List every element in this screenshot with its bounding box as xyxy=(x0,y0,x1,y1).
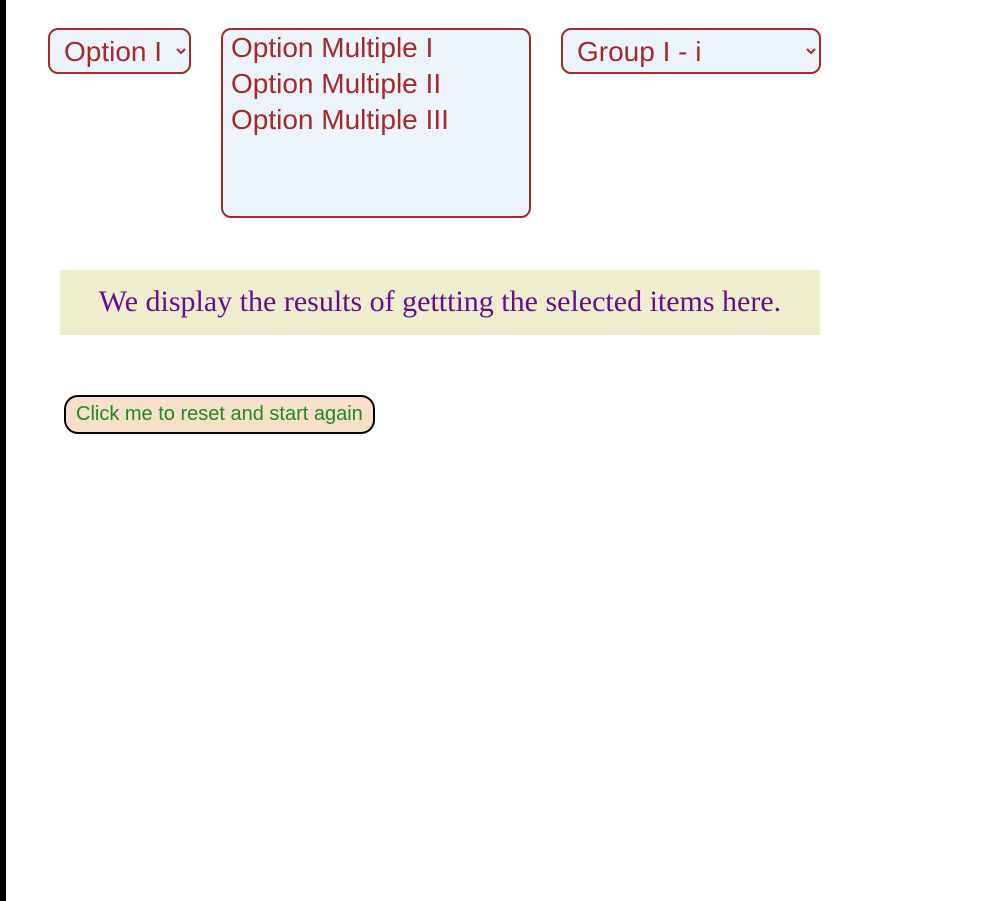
results-display: We display the results of gettting the s… xyxy=(60,270,820,335)
multiple-option-item[interactable]: Option Multiple I xyxy=(229,30,523,66)
group-option-select[interactable]: Group I - i xyxy=(561,28,821,74)
left-edge-strip xyxy=(0,0,6,901)
multiple-option-select[interactable]: Option Multiple I Option Multiple II Opt… xyxy=(221,28,531,218)
multiple-option-item[interactable]: Option Multiple II xyxy=(229,66,523,102)
single-option-select[interactable]: Option I xyxy=(48,28,191,74)
multiple-option-item[interactable]: Option Multiple III xyxy=(229,102,523,138)
reset-button[interactable]: Click me to reset and start again xyxy=(64,395,375,434)
selects-row: Option I Option Multiple I Option Multip… xyxy=(48,28,821,218)
